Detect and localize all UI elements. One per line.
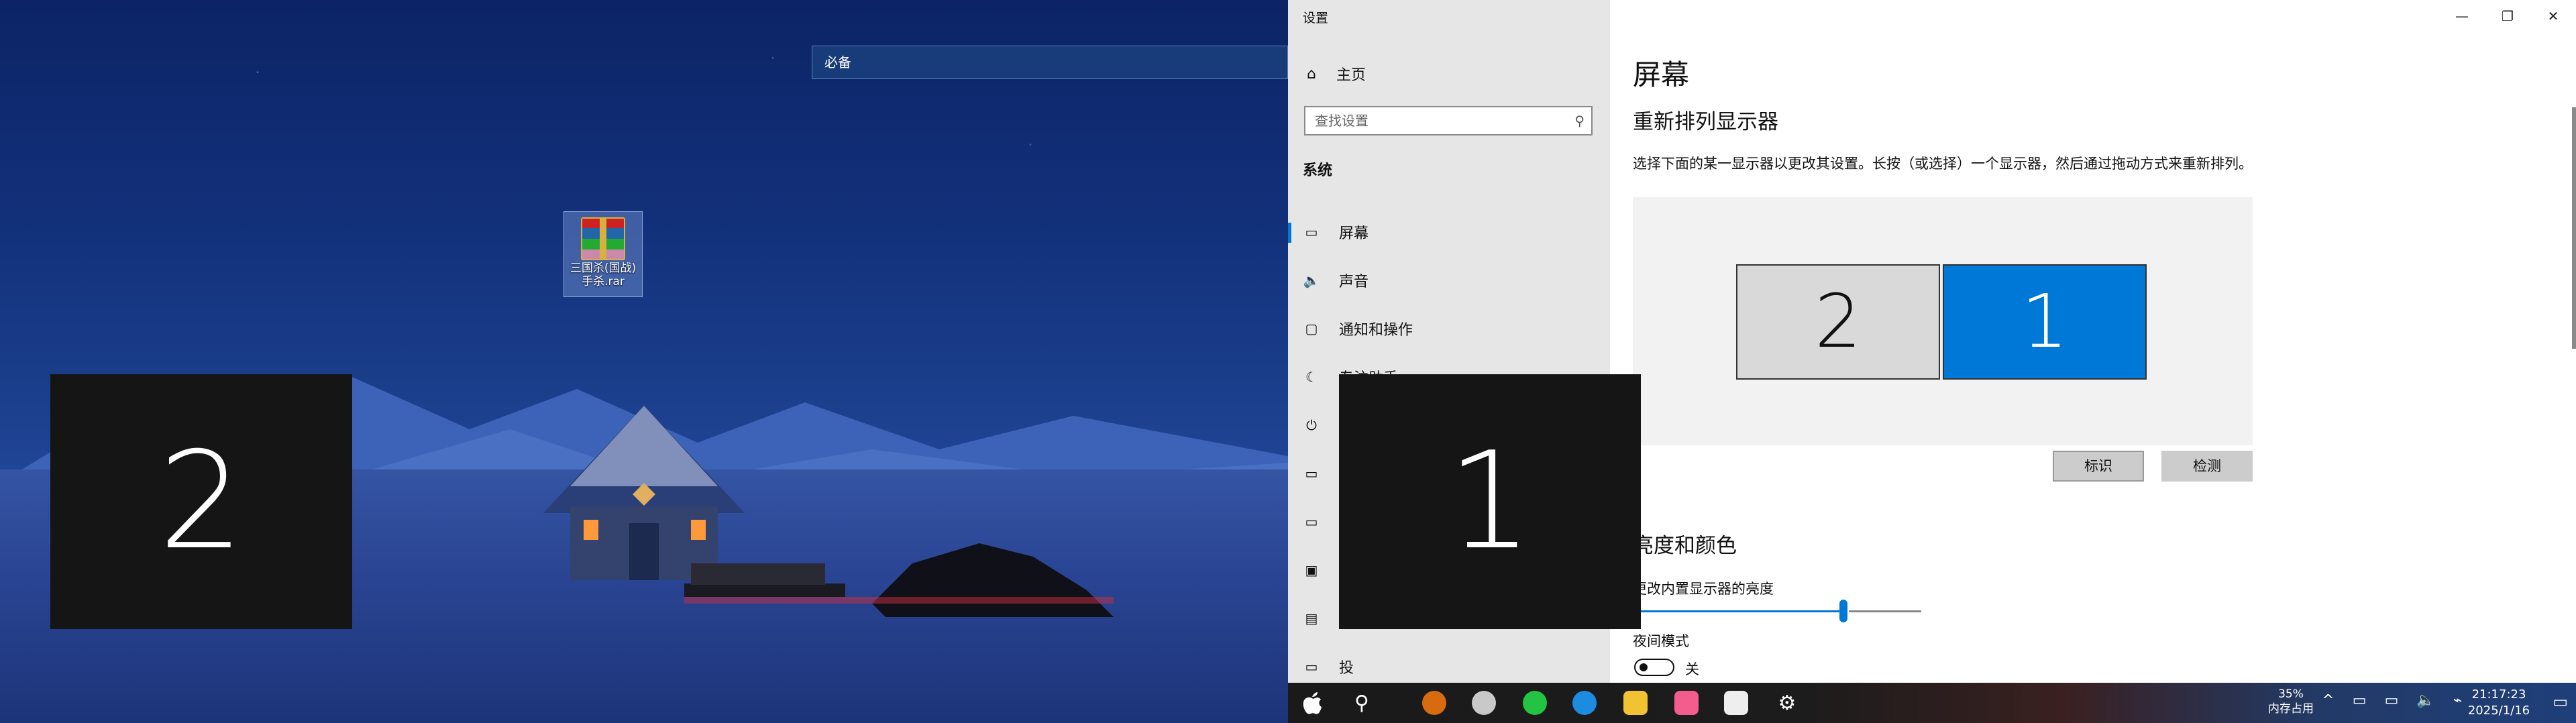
notification-center-icon[interactable]: ▭ bbox=[2553, 692, 2568, 711]
power-icon: ⏻ bbox=[1306, 417, 1317, 433]
notification-icon: ▢ bbox=[1305, 321, 1318, 337]
brightness-heading: 亮度和颜色 bbox=[1633, 534, 1737, 558]
detect-button[interactable]: 检测 bbox=[2161, 451, 2253, 482]
desktop-search-box[interactable]: 必备 bbox=[812, 46, 1288, 79]
project-icon: ▭ bbox=[1305, 659, 1318, 675]
settings-search-input[interactable]: 查找设置 ⚲ bbox=[1304, 106, 1593, 135]
slider-fill bbox=[1633, 610, 1843, 612]
rearrange-heading: 重新排列显示器 bbox=[1633, 110, 1778, 134]
desktop-monitor-2: 必备 三国杀(国战) 手杀.rar 2 bbox=[0, 0, 1288, 723]
sidebar-item-label: 通知和操作 bbox=[1339, 322, 1413, 339]
sidebar-item-0[interactable]: ▭ 屏幕 bbox=[1288, 208, 1610, 256]
file-label-line2: 手杀.rar bbox=[582, 275, 625, 288]
sidebar-item-label: 声音 bbox=[1339, 274, 1369, 290]
window-title: 设置 bbox=[1303, 11, 1329, 25]
monitor-icon: ▭ bbox=[1305, 224, 1318, 240]
multitask-icon: ▤ bbox=[1305, 610, 1318, 626]
identify-overlay-1: 1 bbox=[1339, 374, 1641, 629]
speaker-icon: 🔈 bbox=[1303, 272, 1320, 288]
display-tile-2[interactable]: 2 bbox=[1736, 264, 1940, 380]
memory-usage: 35% 内存占用 bbox=[2261, 687, 2321, 716]
battery-icon: ▭ bbox=[1305, 465, 1318, 482]
moon-icon: ☾ bbox=[1305, 369, 1318, 385]
clock-time: 21:17:23 bbox=[2471, 687, 2526, 702]
section-title: 系统 bbox=[1303, 162, 1333, 179]
settings-window: 设置 ⌂ 主页 查找设置 ⚲ 系统 ▭屏幕🔈声音▢通知和操作☾专注助手⏻电▭电▭… bbox=[1288, 0, 2576, 683]
search-icon[interactable]: ⚲ bbox=[1347, 688, 1377, 718]
memory-label: 内存占用 bbox=[2268, 702, 2314, 716]
wechat-icon[interactable] bbox=[1520, 688, 1550, 718]
night-mode-state: 关 bbox=[1685, 661, 1699, 677]
rearrange-description: 选择下面的某一显示器以更改其设置。长按（或选择）一个显示器，然后通过拖动方式来重… bbox=[1633, 156, 2253, 172]
taskbar-clock[interactable]: 21:17:23 2025/1/16 bbox=[2462, 687, 2536, 719]
night-mode-toggle[interactable] bbox=[1634, 659, 1674, 676]
brightness-slider[interactable] bbox=[1633, 600, 1921, 622]
edge-icon[interactable] bbox=[1570, 688, 1599, 718]
typora-icon[interactable] bbox=[1721, 688, 1751, 718]
display-arrangement-area[interactable]: 2 1 bbox=[1633, 197, 2253, 445]
file-label-line1: 三国杀(国战) bbox=[570, 262, 637, 275]
content-scrollbar[interactable] bbox=[2572, 107, 2576, 349]
search-icon: ⚲ bbox=[1574, 113, 1585, 129]
file-explorer-icon[interactable] bbox=[1621, 688, 1650, 718]
slider-track bbox=[1849, 610, 1921, 612]
brightness-label: 更改内置显示器的亮度 bbox=[1633, 581, 1774, 597]
search-placeholder: 查找设置 bbox=[1315, 113, 1368, 129]
clock-date: 2025/1/16 bbox=[2467, 704, 2530, 718]
restore-button[interactable]: ❐ bbox=[2485, 0, 2530, 34]
system-tray-icons[interactable]: ^ ▭ ▭ 🔈 ⌁ bbox=[2322, 692, 2469, 709]
page-title: 屏幕 bbox=[1633, 58, 1690, 91]
night-mode-label: 夜间模式 bbox=[1633, 633, 1689, 649]
slider-thumb[interactable] bbox=[1839, 600, 1847, 622]
sidebar-item-2[interactable]: ▢ 通知和操作 bbox=[1288, 304, 1610, 353]
wallpaper-snowmobile bbox=[684, 543, 1114, 617]
settings-gear-icon[interactable]: ⚙ bbox=[1772, 688, 1802, 718]
minimize-button[interactable]: — bbox=[2439, 0, 2485, 34]
identify-button[interactable]: 标识 bbox=[2053, 451, 2144, 482]
everything-search-icon[interactable] bbox=[1419, 688, 1449, 718]
taskbar: ⚲ ⚙ 35% 内存占用 ^ ▭ ▭ 🔈 ⌁ 21:17:23 2025/1/1… bbox=[1288, 683, 2576, 723]
close-button[interactable]: ✕ bbox=[2530, 0, 2576, 34]
desktop-file-rar[interactable]: 三国杀(国战) 手杀.rar bbox=[564, 211, 643, 297]
memory-percent: 35% bbox=[2278, 687, 2304, 701]
sidebar-item-label: 屏幕 bbox=[1339, 225, 1369, 242]
sidebar-item-label: 投 bbox=[1339, 660, 1354, 677]
winrar-archive-icon bbox=[581, 217, 625, 260]
home-link[interactable]: ⌂ 主页 bbox=[1303, 62, 1366, 86]
apple-start-icon[interactable] bbox=[1297, 688, 1327, 718]
identify-overlay-2: 2 bbox=[50, 374, 352, 629]
storage-icon: ▭ bbox=[1305, 514, 1318, 530]
sidebar-item-1[interactable]: 🔈 声音 bbox=[1288, 256, 1610, 304]
display-tile-1[interactable]: 1 bbox=[1943, 264, 2147, 380]
home-icon: ⌂ bbox=[1307, 65, 1316, 82]
home-label: 主页 bbox=[1336, 67, 1366, 84]
tablet-icon: ▣ bbox=[1305, 562, 1318, 578]
bilibili-icon[interactable] bbox=[1672, 688, 1701, 718]
window-controls: — ❐ ✕ bbox=[2439, 0, 2576, 34]
clock-app-icon[interactable] bbox=[1469, 688, 1499, 718]
